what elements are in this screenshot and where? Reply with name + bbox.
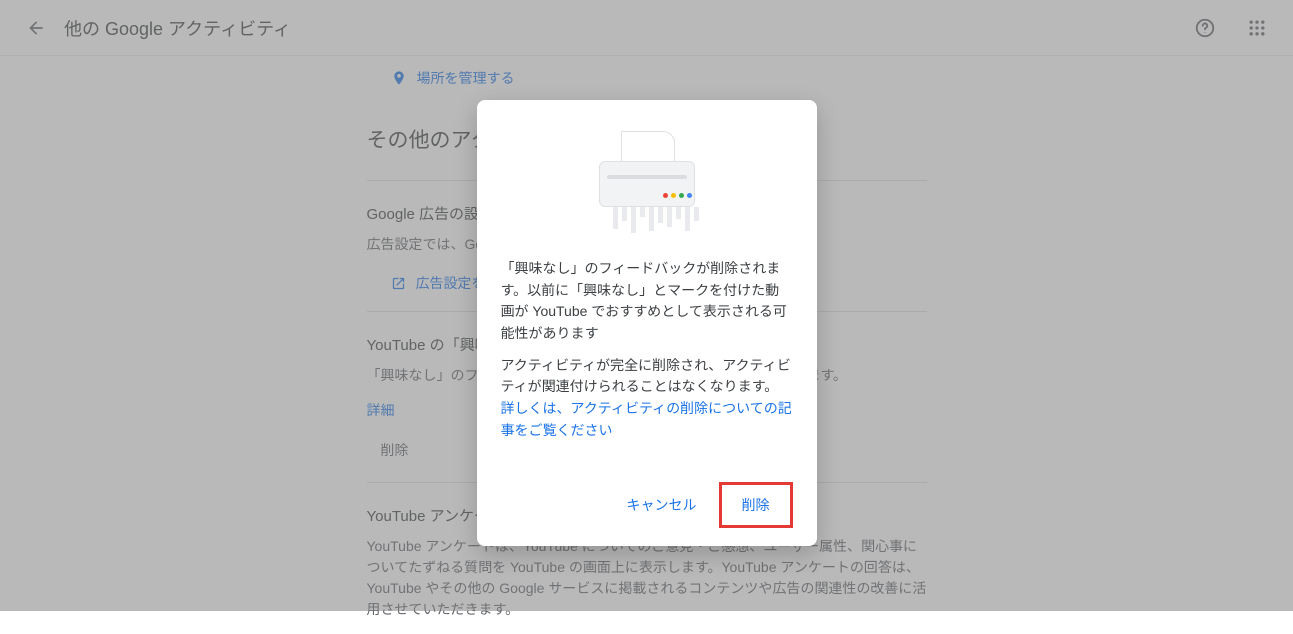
dialog-actions: キャンセル 削除 xyxy=(501,482,793,528)
confirm-delete-dialog: 「興味なし」のフィードバックが削除されます。以前に「興味なし」とマークを付けた動… xyxy=(477,100,817,546)
shredder-illustration xyxy=(501,118,793,248)
modal-overlay[interactable]: 「興味なし」のフィードバックが削除されます。以前に「興味なし」とマークを付けた動… xyxy=(0,0,1293,611)
dialog-message-2-text: アクティビティが完全に削除され、アクティビティが関連付けられることはなくなります… xyxy=(501,357,791,395)
learn-more-link[interactable]: 詳しくは、アクティビティの削除についての記事をご覧ください xyxy=(501,400,792,438)
dialog-message-2: アクティビティが完全に削除され、アクティビティが関連付けられることはなくなります… xyxy=(501,355,793,442)
confirm-delete-button[interactable]: 削除 xyxy=(719,482,793,528)
cancel-button[interactable]: キャンセル xyxy=(613,482,711,528)
dialog-message-1: 「興味なし」のフィードバックが削除されます。以前に「興味なし」とマークを付けた動… xyxy=(501,258,793,345)
shredder-body-icon xyxy=(599,161,695,207)
